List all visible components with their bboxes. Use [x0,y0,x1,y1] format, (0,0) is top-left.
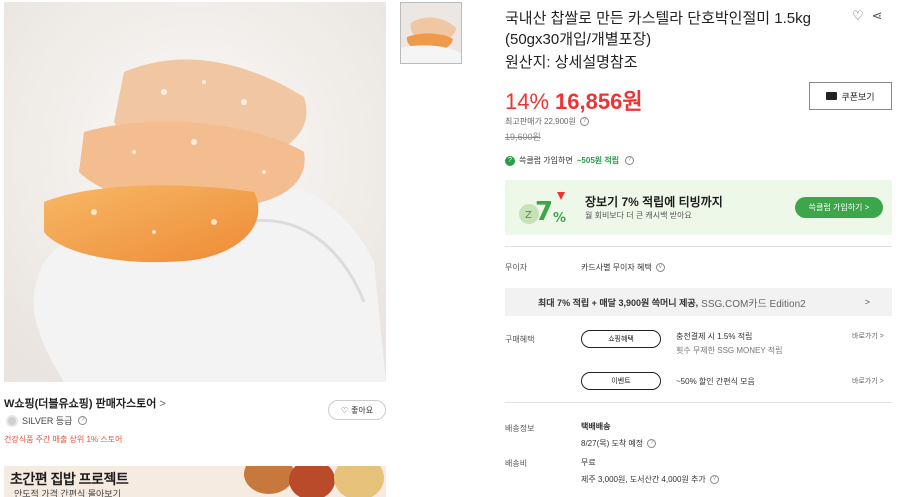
chevron-right-icon: > [159,398,166,410]
delivery-fee: 무료 [581,458,596,467]
go-link-2[interactable]: 바로가기 > [852,376,884,386]
divider [505,246,892,247]
coupon-label: 쿠폰보기 [841,91,875,102]
info-icon[interactable]: ? [78,416,88,425]
banner-subtitle: 안도적 가격 간편식 몰아보기 [14,489,121,497]
info-icon[interactable]: ? [647,439,657,449]
seller-note: 건강식품 주간 매출 상위 1% 스토어 [4,435,123,444]
charge-benefit-line2: 횟수 무제한 SSG MONEY 적립 [676,346,783,355]
dish-image [289,466,335,497]
dish-image [334,466,384,497]
sale-price: 16,856원 [555,89,643,114]
like-button[interactable]: ♡ 좋아요 [328,400,386,420]
join-prefix: 쓱클럽 가입하면 [519,156,573,165]
promo-banner[interactable]: 초간편 집밥 프로젝트 안도적 가격 간편식 몰아보기 [4,466,386,497]
seller-grade-label: SILVER 등급 [22,416,73,426]
interest-value[interactable]: 카드사별 무이자 혜택 v [581,262,665,273]
thumbnail-1[interactable] [400,2,462,64]
title-actions: ♡ ⋖ [852,8,883,24]
original-price: 19,600원 [505,132,541,142]
max-price-note: 최고판매가 22,900원 ? [505,116,590,127]
event-pill[interactable]: 이벤트 [581,372,661,390]
charge-benefit-line1: 충전결제 시 1.5% 적립 [676,332,753,341]
ssg-promo-title: 장보기 7% 적립에 티빙까지 [585,195,723,209]
shopping-benefit-pill[interactable]: 쇼핑혜택 [581,330,661,348]
card-benefit-bar[interactable]: 최대 7% 적립 + 매달 3,900원 쓱머니 제공, SSG.COM카드 E… [505,288,892,316]
svg-text:%: % [553,211,566,226]
seller-grade: SILVER 등급 ? [6,414,88,427]
chevron-down-icon: v [655,263,665,273]
price-line: 14% 16,856원 [505,84,643,116]
discount-rate: 14% [505,89,550,114]
delivery-eta-text: 8/27(목) 도착 예정 [581,439,644,448]
svg-text:7: 7 [535,197,553,227]
info-icon[interactable]: ? [625,156,635,165]
seller-store-link[interactable]: W쇼핑(더블유쇼핑) 판매자스토어 > [4,395,166,411]
ssg-promo-subtitle: 월 회비보다 더 큰 캐시백 받아요 [585,211,692,220]
ssg-club-join-note: ? 쓱클럽 가입하면 ~505원 적립 ? [505,155,635,166]
max-price-text: 최고판매가 22,900원 [505,117,576,126]
purchase-benefit-label: 구매혜택 [505,335,535,344]
ssg-club-join-button[interactable]: 쓱클럽 가입하기 > [795,197,883,218]
join-suffix: ~505원 적립 [576,156,620,165]
ssg-club-promo: Z 7 % 장보기 7% 적립에 티빙까지 월 회비보다 더 큰 캐시백 받아요… [505,180,892,235]
like-label: 좋아요 [351,405,374,415]
seller-name: W쇼핑(더블유쇼핑) 판매자스토어 [4,398,157,410]
interest-text: 카드사별 무이자 혜택 [581,263,652,272]
interest-label: 무이자 [505,263,528,272]
silver-medal-icon [6,414,18,427]
dish-image [244,466,294,494]
delivery-eta: 8/27(목) 도착 예정 ? [581,438,657,449]
delivery-extra-text: 제주 3,000원, 도서산간 4,000원 추가 [581,475,706,484]
delivery-info-label: 배송정보 [505,424,535,433]
delivery-extra-fee: 제주 3,000원, 도서산간 4,000원 추가 ? [581,474,719,485]
chevron-right-icon: > [864,297,870,307]
info-icon[interactable]: ? [580,117,590,127]
delivery-fee-label: 배송비 [505,459,528,468]
ssg-7percent-logo-icon: Z 7 % [519,192,566,227]
card-bar-edition: SSG.COM카드 Edition2 [701,298,806,310]
coupon-button[interactable]: 쿠폰보기 [809,82,892,110]
product-main-image[interactable] [4,2,386,382]
delivery-method: 택배배송 [581,422,611,431]
heart-icon: ♡ [340,405,349,415]
heart-icon[interactable]: ♡ [852,8,864,24]
go-link-1[interactable]: 바로가기 > [852,331,884,341]
svg-text:Z: Z [525,210,532,221]
banner-title: 초간편 집밥 프로젝트 [10,471,129,487]
card-bar-main: 최대 7% 적립 + 매달 3,900원 쓱머니 제공, [538,297,699,308]
question-icon: ? [505,155,515,166]
info-icon[interactable]: ? [710,475,719,485]
product-origin: 원산지: 상세설명참조 [505,54,638,71]
share-icon[interactable]: ⋖ [872,8,883,24]
ticket-icon [826,92,838,100]
product-title: 국내산 찹쌀로 만든 카스텔라 단호박인절미 1.5kg (50gx30개입/개… [505,10,811,48]
divider [505,402,892,403]
event-line: ~50% 할인 간편식 모음 [676,377,755,386]
